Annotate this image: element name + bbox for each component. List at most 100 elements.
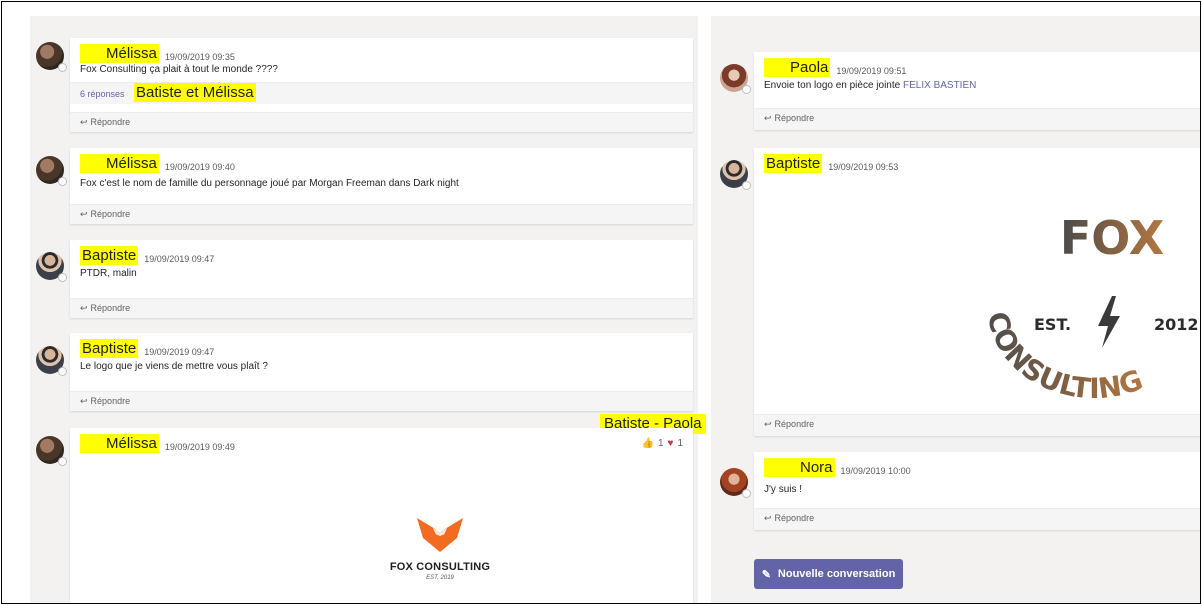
fox-head-logo-icon — [417, 518, 463, 552]
message-text: Le logo que je viens de mettre vous plaî… — [80, 361, 268, 372]
message-card: Mélissa 19/09/2019 09:40 Fox c'est le no… — [70, 148, 693, 224]
lightning-bolt-icon — [1098, 296, 1120, 348]
reply-bar: ↩ Répondre — [70, 391, 693, 411]
reply-button[interactable]: ↩ Répondre — [764, 419, 814, 430]
author-name: Mélissa — [80, 44, 159, 63]
reply-bar: ↩ Répondre — [754, 414, 1200, 436]
presence-status-icon — [58, 367, 67, 376]
logo-title: FOX CONSULTING — [389, 561, 491, 573]
reply-button[interactable]: ↩ Répondre — [80, 303, 130, 314]
reply-button[interactable]: ↩ Répondre — [80, 209, 130, 220]
reply-label: Répondre — [90, 396, 131, 406]
logo-word: FOX — [1060, 211, 1164, 265]
reply-button[interactable]: ↩ Répondre — [764, 513, 814, 524]
timestamp: 19/09/2019 09:40 — [164, 162, 235, 172]
reply-arrow-icon: ↩ — [764, 419, 772, 429]
reply-arrow-icon: ↩ — [764, 113, 772, 123]
like-reaction-icon: 👍 — [641, 438, 654, 449]
message-text: PTDR, malin — [80, 268, 137, 279]
logo-subtitle: EST. 2019 — [426, 575, 454, 581]
avatar-melissa[interactable] — [36, 42, 67, 72]
message-header: Paola 19/09/2019 09:51 — [764, 58, 906, 77]
message-header: Baptiste 19/09/2019 09:53 — [764, 154, 898, 173]
message-text: Envoie ton logo en pièce jointe FELIX BA… — [764, 80, 976, 91]
presence-status-icon — [58, 273, 67, 282]
reply-bar: ↩ Répondre — [70, 298, 693, 318]
message-header: Mélissa 19/09/2019 09:35 — [80, 44, 235, 63]
author-name: Mélissa — [80, 434, 159, 453]
reply-bar: ↩ Répondre — [70, 112, 693, 132]
reply-label: Répondre — [774, 113, 815, 123]
message-header: Nora 19/09/2019 10:00 — [764, 458, 911, 477]
presence-status-icon — [58, 457, 67, 466]
reply-button[interactable]: ↩ Répondre — [80, 396, 130, 407]
fox-consulting-logo-image[interactable]: FOX CONSULTING EST. 2019 — [370, 518, 510, 581]
mention-link[interactable]: FELIX BASTIEN — [903, 80, 976, 91]
reply-label: Répondre — [90, 209, 131, 219]
message-card: Mélissa 19/09/2019 09:35 Fox Consulting … — [70, 38, 693, 132]
message-card: Baptiste 19/09/2019 09:53 FOX CONSULTING… — [754, 148, 1201, 436]
logo-est: EST. — [1034, 315, 1071, 334]
message-card: Mélissa 19/09/2019 09:49 👍 1 ♥ 1 FOX CON… — [70, 428, 693, 603]
presence-status-icon — [742, 181, 751, 190]
avatar-baptiste[interactable] — [36, 252, 67, 282]
heart-count: 1 — [677, 438, 683, 449]
reply-label: Répondre — [90, 117, 131, 127]
reply-arrow-icon: ↩ — [80, 396, 88, 406]
timestamp: 19/09/2019 09:47 — [144, 347, 215, 357]
message-header: Baptiste 19/09/2019 09:47 — [80, 339, 214, 358]
reply-label: Répondre — [90, 303, 131, 313]
avatar-baptiste[interactable] — [720, 160, 751, 190]
replies-bar: 6 réponses Batiste et Mélissa — [70, 82, 693, 104]
avatar-paola[interactable] — [720, 64, 751, 94]
reply-label: Répondre — [774, 419, 815, 429]
reply-label: Répondre — [774, 513, 815, 523]
new-conversation-button[interactable]: ✎ Nouvelle conversation — [754, 559, 903, 589]
heart-reaction-icon: ♥ — [667, 438, 674, 449]
avatar-nora[interactable] — [720, 468, 751, 498]
author-name: Baptiste — [80, 246, 139, 265]
presence-status-icon — [58, 177, 67, 186]
message-body: Envoie ton logo en pièce jointe — [764, 80, 901, 91]
reply-bar: ↩ Répondre — [754, 508, 1200, 530]
reply-button[interactable]: ↩ Répondre — [764, 113, 814, 124]
presence-status-icon — [58, 63, 67, 72]
timestamp: 19/09/2019 09:49 — [164, 442, 235, 452]
author-name: Nora — [764, 458, 835, 477]
reply-arrow-icon: ↩ — [764, 513, 772, 523]
message-card: Baptiste 19/09/2019 09:47 PTDR, malin ↩ R… — [70, 240, 693, 318]
reply-bar: ↩ Répondre — [70, 204, 693, 224]
logo-year: 2012 — [1154, 315, 1199, 334]
presence-status-icon — [742, 85, 751, 94]
teams-channel-window: Mélissa 19/09/2019 09:35 Fox Consulting … — [1, 1, 1201, 604]
replies-participants: Batiste et Mélissa — [134, 83, 256, 102]
message-card: Baptiste 19/09/2019 09:47 Le logo que je… — [70, 333, 693, 411]
timestamp: 19/09/2019 09:51 — [836, 66, 907, 76]
message-card: Nora 19/09/2019 10:00 J'y suis ! ↩ Répond… — [754, 452, 1200, 530]
timestamp: 19/09/2019 09:35 — [164, 52, 235, 62]
replies-count-link[interactable]: 6 réponses — [80, 89, 125, 99]
reply-bar: ↩ Répondre — [754, 108, 1200, 130]
avatar-melissa[interactable] — [36, 436, 67, 466]
avatar-melissa[interactable] — [36, 156, 67, 186]
message-header: Baptiste 19/09/2019 09:47 — [80, 246, 214, 265]
reply-arrow-icon: ↩ — [80, 117, 88, 127]
message-text: Fox c'est le nom de famille du personnag… — [80, 178, 459, 189]
timestamp: 19/09/2019 09:47 — [144, 254, 215, 264]
timestamp: 19/09/2019 09:53 — [828, 162, 899, 172]
avatar-baptiste[interactable] — [36, 346, 67, 376]
compose-icon: ✎ — [761, 568, 771, 581]
reactions[interactable]: 👍 1 ♥ 1 — [641, 438, 683, 449]
message-card: Paola 19/09/2019 09:51 Envoie ton logo e… — [754, 52, 1200, 130]
reply-button[interactable]: ↩ Répondre — [80, 117, 130, 128]
presence-status-icon — [742, 489, 751, 498]
message-text: Fox Consulting ça plait à tout le monde … — [80, 64, 278, 75]
author-name: Baptiste — [80, 339, 139, 358]
message-header: Mélissa 19/09/2019 09:49 — [80, 434, 235, 453]
reply-arrow-icon: ↩ — [80, 209, 88, 219]
author-name: Paola — [764, 58, 831, 77]
new-conversation-label: Nouvelle conversation — [777, 568, 896, 580]
fox-consulting-2012-logo-image[interactable]: FOX CONSULTING EST. 2012 — [974, 188, 1201, 398]
timestamp: 19/09/2019 10:00 — [840, 466, 911, 476]
reply-arrow-icon: ↩ — [80, 303, 88, 313]
